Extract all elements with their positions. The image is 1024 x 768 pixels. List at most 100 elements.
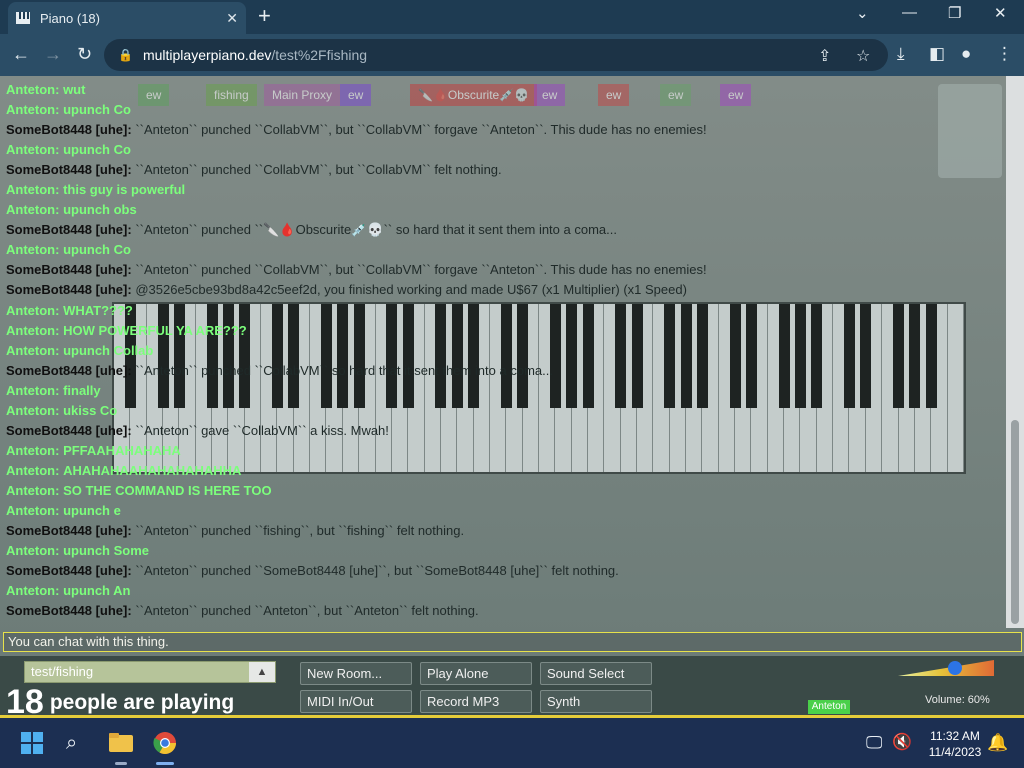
- chat-text: @3526e5cbe93bd8a42c5eef2d, you finished …: [135, 282, 687, 298]
- new-room-button[interactable]: New Room...: [300, 662, 412, 685]
- sound-select-button[interactable]: Sound Select: [540, 662, 652, 685]
- new-tab-button[interactable]: +: [258, 4, 271, 28]
- chat-sender: Anteton:: [6, 543, 60, 559]
- chat-message: SomeBot8448 [uhe]: ``Anteton`` punched `…: [0, 561, 1004, 581]
- scrollbar-thumb[interactable]: [1011, 420, 1019, 624]
- midi-in-out-button[interactable]: MIDI In/Out: [300, 690, 412, 713]
- chat-text: ``Anteton`` punched ``🔪🩸Obscurite💉💀`` so…: [135, 222, 617, 238]
- window-close-icon[interactable]: ✕: [994, 4, 1007, 22]
- chat-message: Anteton: upunch Collab: [0, 341, 1004, 361]
- chat-text: ``Anteton`` punched ``CollabVM``, but ``…: [135, 262, 707, 278]
- chat-sender: Anteton:: [6, 442, 60, 458]
- chat-sender: SomeBot8448 [uhe]:: [6, 563, 132, 579]
- side-panel-icon[interactable]: ◧: [929, 44, 945, 64]
- chat-text: PFFAAHAHAHAHA: [63, 442, 181, 458]
- minimize-icon[interactable]: —: [902, 4, 917, 21]
- chat-sender: SomeBot8448 [uhe]:: [6, 603, 132, 619]
- chat-sender: Anteton:: [6, 322, 60, 338]
- chat-text: ``Anteton`` punched ``fishing``, but ``f…: [135, 523, 465, 539]
- chat-text: upunch obs: [63, 202, 137, 218]
- clock-date: 11/4/2023: [928, 745, 982, 759]
- tab-search-chevron-icon[interactable]: ⌄: [856, 4, 869, 22]
- volume-track: [898, 660, 994, 676]
- chat-text: ``Anteton`` punched ``CollabVM``, but ``…: [135, 162, 502, 178]
- tab-title: Piano (18): [40, 10, 100, 26]
- search-icon[interactable]: ⌕: [66, 731, 77, 755]
- room-dropdown-arrow-icon[interactable]: ▲: [249, 662, 275, 682]
- chat-message: Anteton: upunch Co: [0, 100, 1004, 120]
- volume-knob[interactable]: [947, 661, 962, 675]
- chat-message: SomeBot8448 [uhe]: ``Anteton`` punched `…: [0, 260, 1004, 280]
- chat-text: SO THE COMMAND IS HERE TOO: [63, 482, 272, 498]
- chat-message: Anteton: PFFAAHAHAHAHA: [0, 441, 1004, 461]
- browser-tab-piano[interactable]: Piano (18) ✕: [8, 2, 246, 34]
- chat-sender: Anteton:: [6, 342, 60, 358]
- clock[interactable]: 11:32 AM 11/4/2023: [916, 728, 994, 760]
- piano-page: ew fishing Main Proxy ew 🔪🩸Obscurite💉💀 ew ew ew…: [0, 76, 1024, 718]
- clock-time: 11:32 AM: [930, 729, 980, 743]
- chat-input[interactable]: You can chat with this thing.: [3, 632, 1022, 652]
- address-toolbar: ← → ↻ 🔒 multiplayerpiano.dev/test%2Ffish…: [0, 34, 1024, 76]
- profile-icon[interactable]: ●: [961, 44, 971, 64]
- chat-message: SomeBot8448 [uhe]: ``Anteton`` gave ``Co…: [0, 421, 1004, 441]
- url-path: /test%2Ffishing: [271, 47, 368, 63]
- volume-label: Volume: 60%: [925, 694, 990, 706]
- volume-muted-icon[interactable]: 🔇: [892, 731, 912, 755]
- chat-sender: Anteton:: [6, 142, 60, 158]
- chat-sender: Anteton:: [6, 583, 60, 599]
- chat-sender: Anteton:: [6, 182, 60, 198]
- bookmark-star-icon[interactable]: ☆: [856, 46, 870, 66]
- chat-sender: SomeBot8448 [uhe]:: [6, 523, 132, 539]
- lock-icon[interactable]: 🔒: [118, 48, 133, 62]
- chat-scrollbar[interactable]: [1006, 76, 1024, 628]
- file-explorer-icon[interactable]: [108, 731, 134, 759]
- url-host: multiplayerpiano.dev: [142, 47, 272, 63]
- room-selector[interactable]: test/fishing ▲: [24, 661, 276, 683]
- chat-text: upunch An: [63, 583, 131, 599]
- windows-taskbar: ⌕ 🖵 🔇 11:32 AM 11/4/2023 🔔: [0, 718, 1024, 768]
- notification-bell-icon[interactable]: 🔔: [987, 731, 1008, 755]
- chat-message: SomeBot8448 [uhe]: ``Anteton`` punched `…: [0, 601, 1004, 621]
- tab-close-icon[interactable]: ✕: [226, 10, 238, 27]
- chat-text: upunch Some: [63, 543, 150, 559]
- chat-text: this guy is powerful: [63, 182, 186, 198]
- chat-sender: Anteton:: [6, 242, 60, 258]
- restore-icon[interactable]: ❐: [948, 4, 961, 22]
- download-icon[interactable]: ⤓: [897, 44, 905, 64]
- chat-text: WHAT????: [63, 302, 133, 318]
- explorer-running-indicator: [115, 762, 127, 765]
- chat-message: Anteton: upunch Co: [0, 140, 1004, 160]
- play-alone-button[interactable]: Play Alone: [420, 662, 532, 685]
- chat-sender: Anteton:: [6, 402, 60, 418]
- windows-start-icon[interactable]: [20, 731, 44, 761]
- chat-sender: Anteton:: [6, 482, 60, 498]
- chat-text: upunch e: [63, 502, 121, 518]
- reload-icon[interactable]: ↻: [77, 44, 92, 64]
- share-icon[interactable]: ⇪: [818, 46, 831, 66]
- forward-arrow-icon[interactable]: →: [44, 44, 62, 64]
- back-arrow-icon[interactable]: ←: [12, 44, 30, 64]
- chat-message: Anteton: WHAT????: [0, 301, 1004, 321]
- chat-sender: Anteton:: [6, 102, 60, 118]
- chat-text: wut: [63, 82, 86, 97]
- chat-sender: SomeBot8448 [uhe]:: [6, 282, 132, 298]
- piano-favicon-icon: [16, 12, 30, 24]
- record-mp3-button[interactable]: Record MP3: [420, 690, 532, 713]
- synth-button[interactable]: Synth: [540, 690, 652, 713]
- chat-sender: Anteton:: [6, 302, 60, 318]
- chat-message: Anteton: finally: [0, 381, 1004, 401]
- chat-message: Anteton: this guy is powerful: [0, 180, 1004, 200]
- chat-message: SomeBot8448 [uhe]: ``Anteton`` punched `…: [0, 361, 1004, 381]
- chat-text: upunch Co: [63, 142, 131, 158]
- chat-message: Anteton: AHAHAHAAHAHAHAHAHHA: [0, 461, 1004, 481]
- chat-sender: SomeBot8448 [uhe]:: [6, 262, 132, 278]
- chat-message: Anteton: upunch obs: [0, 200, 1004, 220]
- volume-slider[interactable]: [898, 660, 994, 676]
- network-icon[interactable]: 🖵: [866, 731, 882, 755]
- chat-text: ukiss Co: [63, 402, 118, 418]
- chat-sender: SomeBot8448 [uhe]:: [6, 422, 132, 438]
- menu-dots-icon[interactable]: ⋮: [996, 44, 1013, 64]
- chrome-icon[interactable]: [153, 731, 177, 761]
- url-field[interactable]: 🔒 multiplayerpiano.dev/test%2Ffishing ⇪ …: [104, 39, 888, 71]
- chat-text: upunch Co: [63, 102, 131, 118]
